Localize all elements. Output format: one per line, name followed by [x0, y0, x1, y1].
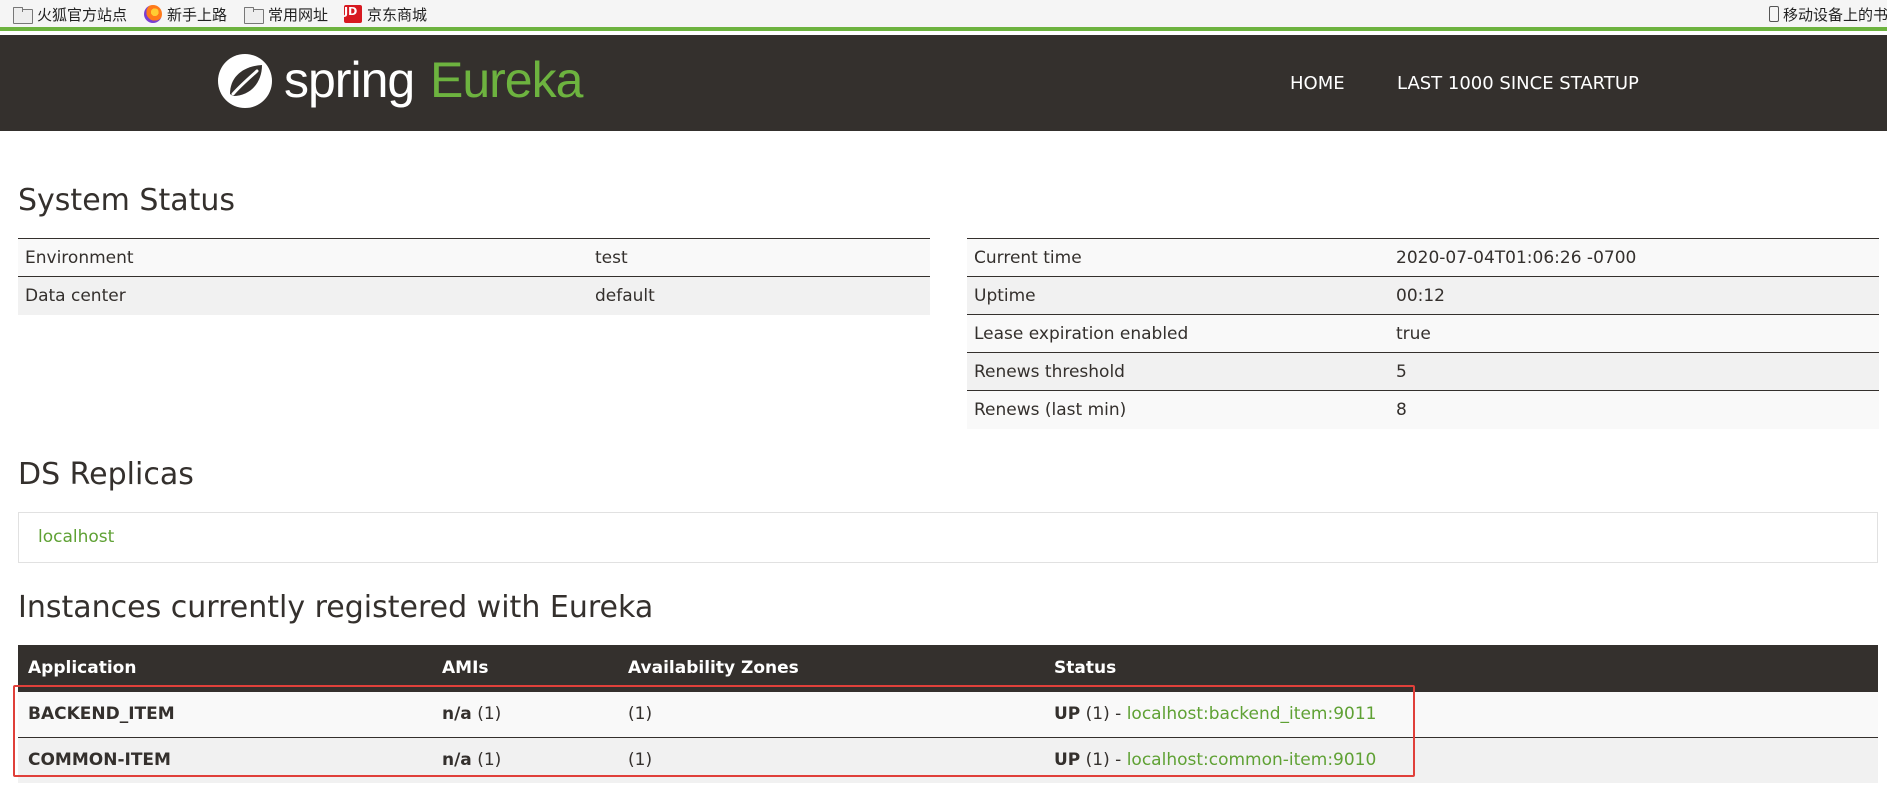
status-value: 2020-07-04T01:06:26 -0700 — [1389, 238, 1879, 277]
status-key: Renews threshold — [967, 352, 1389, 391]
status-key: Lease expiration enabled — [967, 314, 1389, 353]
application-name: COMMON-ITEM — [18, 736, 432, 783]
status-row: Renews (last min) 8 — [967, 390, 1879, 429]
status-row: Lease expiration enabled true — [967, 314, 1879, 353]
system-status-left-table: Environment test Data center default — [18, 238, 930, 315]
status-key: Renews (last min) — [967, 390, 1389, 429]
bookmark-common-sites[interactable]: 常用网址 — [243, 4, 328, 24]
system-status-right-table: Current time 2020-07-04T01:06:26 -0700 U… — [967, 238, 1879, 429]
bookmark-getting-started[interactable]: 新手上路 — [144, 4, 227, 24]
logo-eureka-text: Eureka — [430, 52, 583, 108]
status-value: default — [588, 276, 930, 315]
bookmark-firefox-official[interactable]: 火狐官方站点 — [12, 4, 127, 24]
bookmark-label: 京东商城 — [367, 5, 428, 24]
application-name: BACKEND_ITEM — [18, 690, 432, 737]
bookmark-label: 常用网址 — [268, 5, 329, 24]
status-value: 8 — [1389, 390, 1879, 429]
status-key: Environment — [18, 238, 588, 277]
instances-header-row: Application AMIs Availability Zones Stat… — [18, 645, 1878, 691]
status-value: true — [1389, 314, 1879, 353]
nav-last1000-link[interactable]: LAST 1000 SINCE STARTUP — [1397, 73, 1639, 94]
replicas-list: localhost — [18, 512, 1878, 563]
status-value: 5 — [1389, 352, 1879, 391]
bookmark-label: 移动设备上的书 — [1783, 5, 1887, 24]
spring-leaf-icon — [218, 54, 272, 108]
status-row: Data center default — [18, 276, 930, 315]
col-availability-zones: Availability Zones — [618, 645, 1044, 691]
navbar: spring Eureka HOME LAST 1000 SINCE START… — [0, 35, 1887, 131]
amis-cell: n/a (1) — [432, 736, 618, 783]
bookmarks-bar: 火狐官方站点 新手上路 常用网址 JD 京东商城 移动设备上的书 — [0, 0, 1887, 31]
status-cell: UP (1) - localhost:common-item:9010 — [1044, 736, 1878, 783]
table-row: BACKEND_ITEM n/a (1) (1) UP (1) - localh… — [18, 690, 1878, 737]
status-row: Environment test — [18, 238, 930, 277]
logo-spring-text: spring — [284, 52, 415, 108]
ds-replicas-title: DS Replicas — [18, 457, 194, 492]
firefox-icon — [144, 5, 162, 23]
status-key: Current time — [967, 238, 1389, 277]
instance-link[interactable]: localhost:backend_item:9011 — [1127, 704, 1377, 724]
instances-title: Instances currently registered with Eure… — [18, 590, 654, 625]
col-amis: AMIs — [432, 645, 618, 691]
status-row: Uptime 00:12 — [967, 276, 1879, 315]
status-key: Data center — [18, 276, 588, 315]
zones-cell: (1) — [618, 690, 1044, 737]
col-status: Status — [1044, 645, 1878, 691]
status-cell: UP (1) - localhost:backend_item:9011 — [1044, 690, 1878, 737]
status-row: Renews threshold 5 — [967, 352, 1879, 391]
folder-icon — [12, 6, 33, 24]
bookmark-label: 新手上路 — [167, 5, 228, 24]
bookmark-label: 火狐官方站点 — [37, 5, 128, 24]
col-application: Application — [18, 645, 432, 691]
status-key: Uptime — [967, 276, 1389, 315]
system-status-title: System Status — [18, 183, 236, 218]
phone-icon — [1769, 6, 1779, 22]
zones-cell: (1) — [618, 736, 1044, 783]
amis-cell: n/a (1) — [432, 690, 618, 737]
instance-link[interactable]: localhost:common-item:9010 — [1127, 750, 1377, 770]
status-row: Current time 2020-07-04T01:06:26 -0700 — [967, 238, 1879, 277]
jd-icon: JD — [344, 5, 362, 23]
status-value: 00:12 — [1389, 276, 1879, 315]
status-value: test — [588, 238, 930, 277]
bookmark-mobile[interactable]: 移动设备上的书 — [1769, 4, 1887, 24]
instances-table: Application AMIs Availability Zones Stat… — [18, 645, 1878, 783]
nav-home-link[interactable]: HOME — [1290, 73, 1345, 94]
table-row: COMMON-ITEM n/a (1) (1) UP (1) - localho… — [18, 736, 1878, 783]
folder-icon — [243, 6, 264, 24]
bookmark-jd[interactable]: JD 京东商城 — [344, 4, 427, 24]
replica-localhost-link[interactable]: localhost — [38, 527, 114, 547]
